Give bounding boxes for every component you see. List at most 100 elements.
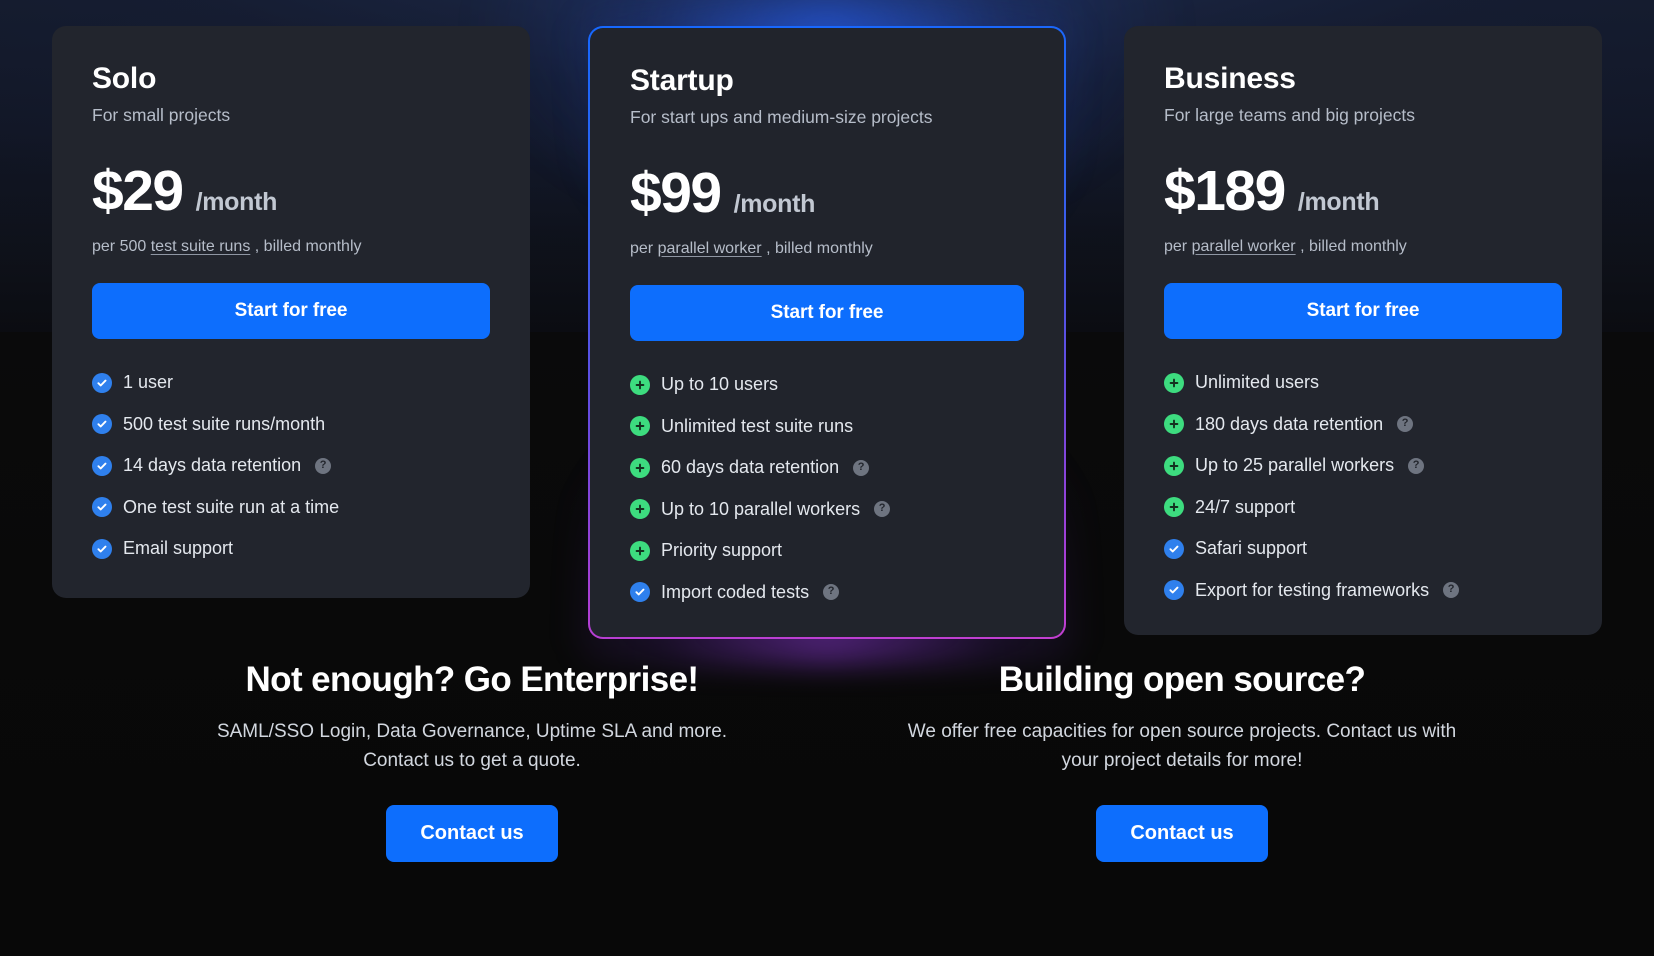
start-for-free-button[interactable]: Start for free	[630, 285, 1024, 342]
price-row: $29/month	[92, 158, 490, 223]
help-icon[interactable]: ?	[1408, 457, 1425, 474]
promo-text: SAML/SSO Login, Data Governance, Uptime …	[216, 721, 728, 771]
price-note: per parallel worker , billed monthly	[630, 238, 1024, 260]
help-icon[interactable]: ?	[823, 584, 840, 601]
start-for-free-button[interactable]: Start for free	[92, 283, 490, 340]
feature-label: One test suite run at a time	[123, 496, 340, 517]
plus-icon	[630, 416, 650, 437]
feature-label: Safari support	[1195, 538, 1308, 559]
feature-label: Up to 25 parallel workers	[1195, 455, 1395, 476]
price-note-link[interactable]: parallel worker	[1192, 238, 1296, 255]
feature-label: 500 test suite runs/month	[123, 413, 326, 434]
promo-title: Building open source?	[998, 660, 1366, 699]
feature-list: Up to 10 users Unlimited test suite runs 6…	[630, 373, 1024, 603]
feature-label: 24/7 support	[1195, 496, 1296, 517]
feature-item: Up to 25 parallel workers?	[1164, 454, 1562, 477]
feature-item: One test suite run at a time	[92, 496, 490, 519]
pricing-card-solo: Solo For small projects $29/month per 500 t…	[52, 26, 530, 598]
plan-name: Business	[1164, 62, 1296, 95]
price-period: /month	[195, 187, 278, 216]
promo-block: Building open source? We offer free capac…	[902, 660, 1462, 863]
promo-text: We offer free capacities for open source…	[907, 721, 1457, 771]
feature-item: Import coded tests?	[630, 581, 1024, 604]
feature-item: 60 days data retention?	[630, 456, 1024, 479]
price-period: /month	[1297, 187, 1380, 216]
feature-label: Import coded tests	[661, 581, 810, 602]
price-amount: $189	[1164, 158, 1286, 223]
price-note-suffix: , billed monthly	[1295, 237, 1407, 255]
pricing-cards-row: Solo For small projects $29/month per 500 t…	[0, 0, 1654, 666]
promo-row: Not enough? Go Enterprise! SAML/SSO Login…	[0, 660, 1654, 863]
plus-icon	[630, 374, 650, 395]
plan-name: Solo	[92, 62, 157, 95]
check-icon	[1164, 580, 1184, 601]
pricing-card-startup: Startup For start ups and medium-size pro…	[574, 8, 1080, 666]
plus-icon	[1164, 455, 1184, 476]
promo-block: Not enough? Go Enterprise! SAML/SSO Login…	[192, 660, 752, 863]
plan-tagline: For large teams and big projects	[1164, 105, 1415, 125]
feature-item: Unlimited users	[1164, 371, 1562, 394]
feature-item: 500 test suite runs/month	[92, 413, 490, 436]
plan-name: Startup	[630, 64, 734, 97]
help-icon[interactable]: ?	[315, 457, 332, 474]
feature-label: 60 days data retention	[661, 457, 840, 478]
price-note-suffix: , billed monthly	[761, 239, 873, 257]
feature-item: Export for testing frameworks?	[1164, 579, 1562, 602]
feature-list: Unlimited users 180 days data retention? U…	[1164, 371, 1562, 601]
check-icon	[92, 497, 112, 518]
featured-card-border: Startup For start ups and medium-size pro…	[588, 26, 1066, 640]
price-note-link[interactable]: parallel worker	[658, 240, 762, 257]
feature-label: Up to 10 parallel workers	[661, 498, 861, 519]
help-icon[interactable]: ?	[853, 459, 870, 476]
check-icon	[630, 582, 650, 603]
plus-icon	[630, 499, 650, 520]
feature-item: Safari support	[1164, 537, 1562, 560]
feature-item: Unlimited test suite runs	[630, 415, 1024, 438]
feature-item: 14 days data retention?	[92, 454, 490, 477]
help-icon[interactable]: ?	[1397, 416, 1414, 433]
price-amount: $29	[92, 158, 184, 223]
featured-card-inner: Startup For start ups and medium-size pro…	[590, 28, 1064, 638]
contact-us-button[interactable]: Contact us	[1096, 805, 1268, 863]
price-period: /month	[733, 189, 816, 218]
price-note: per parallel worker , billed monthly	[1164, 236, 1562, 258]
price-note-link[interactable]: test suite runs	[151, 238, 251, 255]
price-note-prefix: per	[1164, 237, 1192, 255]
feature-item: Up to 10 users	[630, 373, 1024, 396]
feature-label: Priority support	[661, 540, 783, 561]
help-icon[interactable]: ?	[874, 501, 891, 518]
promo-title: Not enough? Go Enterprise!	[245, 660, 699, 699]
feature-item: 180 days data retention?	[1164, 413, 1562, 436]
plus-icon	[1164, 372, 1184, 393]
start-for-free-button[interactable]: Start for free	[1164, 283, 1562, 340]
feature-item: 24/7 support	[1164, 496, 1562, 519]
feature-label: Up to 10 users	[661, 374, 779, 395]
feature-label: 14 days data retention	[123, 455, 302, 476]
plus-icon	[630, 540, 650, 561]
feature-label: 180 days data retention	[1195, 413, 1384, 434]
price-note-prefix: per	[630, 239, 658, 257]
plan-tagline: For start ups and medium-size projects	[630, 107, 933, 127]
plus-icon	[1164, 414, 1184, 435]
help-icon[interactable]: ?	[1443, 582, 1460, 599]
feature-label: Export for testing frameworks	[1195, 579, 1430, 600]
feature-item: Email support	[92, 537, 490, 560]
feature-label: 1 user	[123, 372, 174, 393]
feature-label: Unlimited test suite runs	[661, 415, 854, 436]
feature-item: Up to 10 parallel workers?	[630, 498, 1024, 521]
feature-label: Email support	[123, 538, 234, 559]
price-row: $189/month	[1164, 158, 1562, 223]
pricing-card-business: Business For large teams and big projects…	[1124, 26, 1602, 636]
price-amount: $99	[630, 160, 722, 225]
feature-label: Unlimited users	[1195, 372, 1320, 393]
plus-icon	[1164, 497, 1184, 518]
feature-item: Priority support	[630, 539, 1024, 562]
feature-list: 1 user 500 test suite runs/month 14 days d…	[92, 371, 490, 560]
plus-icon	[630, 457, 650, 478]
check-icon	[92, 414, 112, 435]
check-icon	[92, 372, 112, 393]
contact-us-button[interactable]: Contact us	[386, 805, 558, 863]
feature-item: 1 user	[92, 371, 490, 394]
price-row: $99/month	[630, 160, 1024, 225]
check-icon	[92, 538, 112, 559]
